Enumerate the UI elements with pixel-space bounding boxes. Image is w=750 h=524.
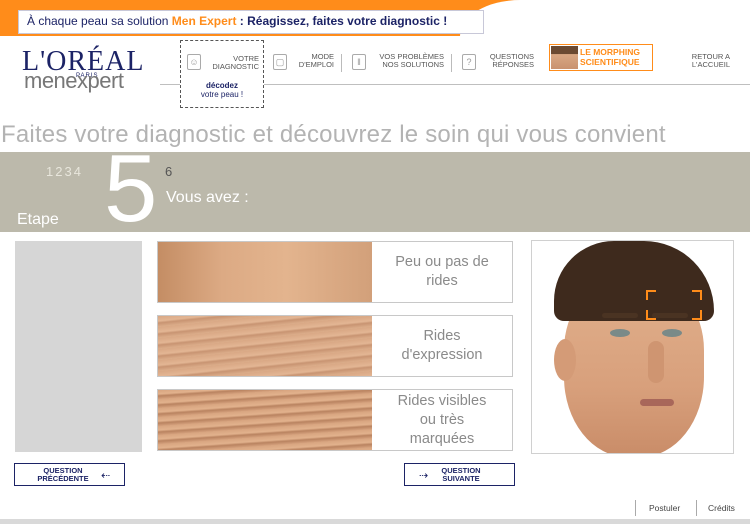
question-text: Vous avez : [166, 189, 249, 206]
men-expert-logo[interactable]: menexpert [24, 68, 124, 94]
morphing-face-thumbnail [551, 46, 578, 69]
answer-option-label: Rides d'expression [372, 316, 512, 376]
nav-item-problems[interactable]: VOS PROBLÈMES NOS SOLUTIONS [370, 53, 444, 69]
focus-corner [646, 290, 656, 300]
mode-emploi-icon: ▢ [273, 54, 287, 70]
footer-link-credits[interactable]: Crédits [708, 503, 735, 513]
slogan-brand: Men Expert [171, 14, 237, 28]
top-banner-swoosh [460, 0, 750, 36]
focus-corner [646, 310, 656, 320]
option-label-line1: Rides [423, 328, 461, 344]
arrow-right-icon: ⇢ [419, 470, 429, 482]
slogan-banner: À chaque peau sa solution Men Expert : R… [18, 10, 484, 34]
focus-corner [692, 290, 702, 300]
face-brow-left [602, 313, 638, 318]
nav-problems-line2: NOS SOLUTIONS [382, 60, 444, 69]
option-label-line2: ou très [419, 411, 465, 428]
nav-diagnostic-label: VOTRE DIAGNOSTIC [207, 55, 259, 71]
nav-questions-line2: RÉPONSES [492, 60, 534, 69]
answer-option-expression-wrinkles[interactable]: Rides d'expression [157, 315, 513, 377]
answer-option-few-wrinkles[interactable]: Peu ou pas de rides [157, 241, 513, 303]
answer-option-label: Rides visibles ou très marquées [372, 390, 512, 450]
previous-steps: 1234 [46, 164, 83, 179]
morphing-line1: LE MORPHING [580, 47, 640, 57]
nav-diagnostic-sub1: décodez [205, 81, 238, 90]
face-eye-left [610, 329, 630, 337]
option-label-line2: rides [426, 273, 458, 289]
footer-separator [635, 500, 636, 516]
next-question-label: QUESTION SUIVANTE [431, 467, 491, 483]
previous-question-button[interactable]: QUESTION PRÉCÉDENTE ⇠ [14, 463, 125, 486]
option-label-line1: Peu ou pas de [395, 254, 489, 270]
nav-item-morphing[interactable]: LE MORPHING SCIENTIFIQUE [549, 44, 653, 71]
problems-icon: ‖ [352, 54, 366, 70]
option-label-line2: d'expression [401, 347, 483, 363]
nav-home-line2: L'ACCUEIL [691, 60, 730, 69]
next-step-number: 6 [165, 164, 173, 179]
footer-link-postuler[interactable]: Postuler [649, 503, 680, 513]
page-title: Faites votre diagnostic et découvrez le … [1, 121, 666, 148]
current-step-number: 5 [104, 135, 158, 242]
face-nose [648, 341, 664, 383]
option-label-line1: Rides visibles [397, 392, 487, 409]
nav-separator [451, 54, 452, 72]
previous-question-line2: PRÉCÉDENTE [37, 474, 89, 483]
morphing-line2: SCIENTIFIQUE [580, 57, 640, 67]
nav-item-home[interactable]: RETOUR A L'ACCUEIL [680, 53, 730, 69]
nav-item-mode-emploi[interactable]: MODE D'EMPLOI [290, 53, 334, 69]
forehead-focus-marker [646, 290, 702, 320]
nav-item-diagnostic[interactable]: ☺ VOTRE DIAGNOSTIC décodez votre peau ! [180, 40, 264, 108]
slogan-prefix: À chaque peau sa solution [27, 14, 172, 28]
slogan-suffix: : Réagissez, faites votre diagnostic ! [236, 14, 448, 28]
nav-diagnostic-line2: DIAGNOSTIC [212, 62, 259, 71]
answer-option-visible-wrinkles[interactable]: Rides visibles ou très marquées [157, 389, 513, 451]
nav-item-questions[interactable]: QUESTIONS RÉPONSES [480, 53, 534, 69]
footer-bar [0, 519, 750, 524]
previous-question-label: QUESTION PRÉCÉDENTE [33, 467, 93, 483]
option-label-line3: marquées [409, 430, 475, 447]
focus-corner [692, 310, 702, 320]
footer-separator [696, 500, 697, 516]
left-side-panel [15, 241, 142, 452]
face-ear [554, 339, 576, 381]
face-photo [531, 240, 734, 454]
nav-separator [341, 54, 342, 72]
questions-icon: ? [462, 54, 476, 70]
step-label: Etape [17, 211, 59, 228]
skin-sample-image [158, 242, 372, 302]
diagnostic-icon: ☺ [187, 54, 201, 70]
skin-sample-image [158, 390, 372, 450]
face-mouth [640, 399, 674, 406]
next-question-button[interactable]: ⇢ QUESTION SUIVANTE [404, 463, 515, 486]
skin-sample-image [158, 316, 372, 376]
face-eye-right [662, 329, 682, 337]
answer-option-label: Peu ou pas de rides [372, 242, 512, 302]
next-question-line2: SUIVANTE [442, 474, 480, 483]
morphing-label: LE MORPHING SCIENTIFIQUE [580, 47, 640, 67]
arrow-left-icon: ⇠ [101, 470, 111, 482]
nav-mode-line2: D'EMPLOI [298, 60, 334, 69]
nav-diagnostic-sub2: votre peau ! [200, 90, 244, 99]
